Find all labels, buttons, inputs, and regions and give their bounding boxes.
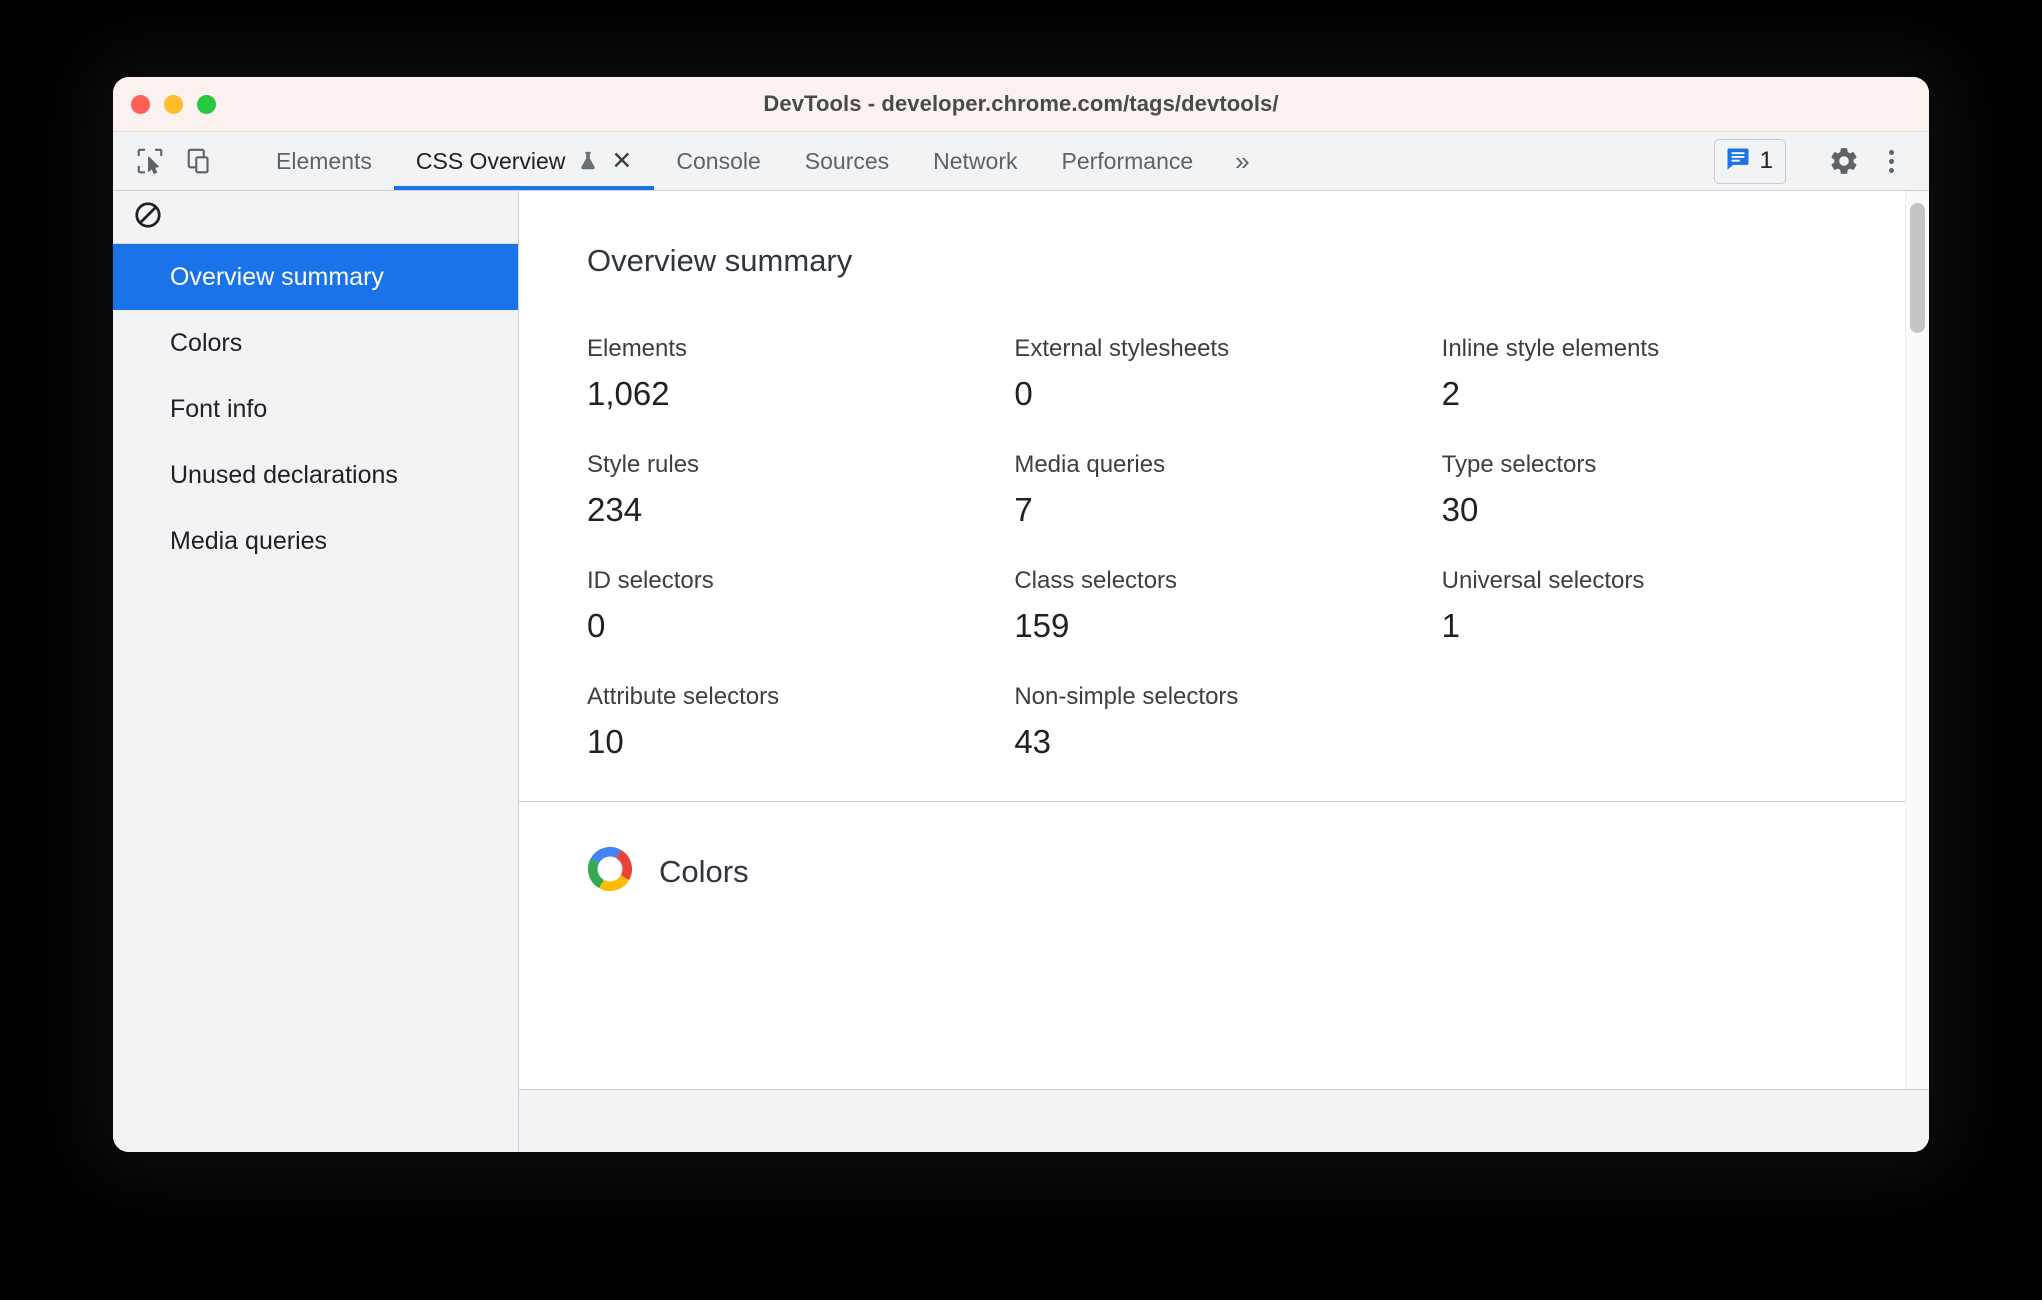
tab-label: Elements (276, 147, 372, 174)
stat-label: Universal selectors (1441, 567, 1645, 594)
stat-class-selectors: Class selectors 159 (1014, 567, 1441, 645)
stat-value: 234 (587, 491, 643, 528)
more-tabs-chevron-icon[interactable]: » (1215, 132, 1269, 190)
sidebar-items: Overview summary Colors Font info Unused… (113, 244, 518, 574)
stat-label: Style rules (587, 451, 700, 478)
colors-section[interactable]: Colors (519, 802, 1929, 937)
window-title: DevTools - developer.chrome.com/tags/dev… (763, 91, 1279, 116)
panel-tabs: Elements CSS Overview ✕ Console Sources (254, 132, 1270, 190)
sidebar-item-colors[interactable]: Colors (113, 310, 518, 376)
sidebar-item-overview-summary[interactable]: Overview summary (113, 244, 518, 310)
issues-button[interactable]: 1 (1713, 138, 1786, 184)
issues-message-icon (1724, 145, 1752, 178)
tab-label: CSS Overview (415, 147, 566, 174)
main-scrollbar[interactable] (1905, 191, 1929, 1089)
stat-label: Elements (587, 335, 688, 362)
tab-elements[interactable]: Elements (254, 132, 394, 190)
minimize-window-button[interactable] (164, 94, 183, 114)
sidebar-item-label: Media queries (170, 526, 328, 555)
tab-label: Console (676, 147, 761, 174)
stat-style-rules: Style rules 234 (587, 451, 1014, 529)
tab-network[interactable]: Network (911, 132, 1039, 190)
sidebar-item-label: Font info (170, 394, 268, 423)
tab-label: Performance (1061, 147, 1194, 174)
stat-value: 159 (1014, 607, 1070, 644)
stat-label: Attribute selectors (587, 683, 780, 710)
stat-value: 2 (1441, 375, 1461, 412)
summary-stats-grid: Elements 1,062 External stylesheets 0 In… (587, 335, 1869, 761)
sidebar-item-label: Overview summary (170, 262, 384, 291)
tab-css-overview[interactable]: CSS Overview ✕ (393, 132, 655, 190)
stat-label: Media queries (1014, 451, 1166, 478)
devtools-toolbar: Elements CSS Overview ✕ Console Sources (113, 132, 1929, 191)
gear-icon[interactable] (1823, 140, 1865, 182)
kebab-menu-icon[interactable] (1871, 140, 1911, 182)
stat-label: External stylesheets (1014, 335, 1230, 362)
sidebar-item-label: Colors (170, 328, 243, 357)
tab-performance[interactable]: Performance (1040, 132, 1216, 190)
stat-label: Non-simple selectors (1014, 683, 1239, 710)
colors-section-title: Colors (659, 853, 749, 889)
stat-value: 0 (1014, 375, 1033, 412)
stat-universal-selectors: Universal selectors 1 (1442, 567, 1869, 645)
stat-id-selectors: ID selectors 0 (587, 567, 1014, 645)
stat-value: 1 (1441, 607, 1461, 644)
css-overview-sidebar: Overview summary Colors Font info Unused… (113, 191, 519, 1152)
page-title: Overview summary (587, 243, 853, 278)
stat-media-queries: Media queries 7 (1014, 451, 1441, 529)
main-scroll-area: Overview summary Elements 1,062 External… (519, 191, 1929, 1089)
toolbar-right-controls: 1 (1713, 132, 1929, 190)
close-tab-button[interactable]: ✕ (611, 148, 632, 174)
zoom-window-button[interactable] (197, 94, 216, 114)
stat-type-selectors: Type selectors 30 (1442, 451, 1869, 529)
stat-value: 10 (587, 723, 624, 760)
stat-label: Type selectors (1441, 451, 1597, 478)
tab-sources[interactable]: Sources (783, 132, 911, 190)
sidebar-toolbar (113, 191, 518, 244)
sidebar-item-font-info[interactable]: Font info (113, 376, 518, 442)
stat-value: 30 (1441, 491, 1479, 528)
device-toolbar-icon[interactable] (179, 140, 221, 182)
color-wheel-icon (587, 846, 633, 897)
block-clear-icon[interactable] (133, 200, 163, 235)
stat-elements: Elements 1,062 (587, 335, 1014, 413)
tab-label: Network (933, 147, 1018, 174)
devtools-content: Overview summary Colors Font info Unused… (113, 191, 1929, 1152)
sidebar-item-media-queries[interactable]: Media queries (113, 508, 518, 574)
tab-console[interactable]: Console (654, 132, 782, 190)
issues-count: 1 (1759, 147, 1773, 174)
panel-bottom-strip (519, 1089, 1929, 1152)
tab-label: Sources (804, 147, 890, 174)
toolbar-left-controls (113, 132, 254, 190)
window-titlebar: DevTools - developer.chrome.com/tags/dev… (113, 77, 1929, 132)
stat-label: Inline style elements (1441, 335, 1660, 362)
stat-external-stylesheets: External stylesheets 0 (1014, 335, 1441, 413)
traffic-light-buttons (131, 77, 216, 131)
stat-attribute-selectors: Attribute selectors 10 (587, 683, 1014, 761)
stat-value: 7 (1014, 491, 1033, 528)
css-overview-main: Overview summary Elements 1,062 External… (519, 191, 1929, 1152)
sidebar-item-label: Unused declarations (170, 460, 398, 489)
stat-value: 0 (587, 607, 606, 644)
inspect-cursor-icon[interactable] (129, 140, 171, 182)
stat-non-simple-selectors: Non-simple selectors 43 (1014, 683, 1441, 761)
close-window-button[interactable] (131, 94, 150, 114)
stat-inline-style-elements: Inline style elements 2 (1442, 335, 1869, 413)
overview-summary-section: Overview summary Elements 1,062 External… (519, 191, 1929, 802)
devtools-window: DevTools - developer.chrome.com/tags/dev… (113, 77, 1929, 1152)
stat-label: Class selectors (1014, 567, 1178, 594)
stat-value: 43 (1014, 723, 1052, 760)
stat-value: 1,062 (587, 375, 670, 412)
screen: DevTools - developer.chrome.com/tags/dev… (0, 0, 2042, 1300)
stat-label: ID selectors (587, 567, 714, 594)
scrollbar-thumb[interactable] (1910, 203, 1925, 333)
experiment-flask-icon (577, 149, 599, 173)
sidebar-item-unused-declarations[interactable]: Unused declarations (113, 442, 518, 508)
